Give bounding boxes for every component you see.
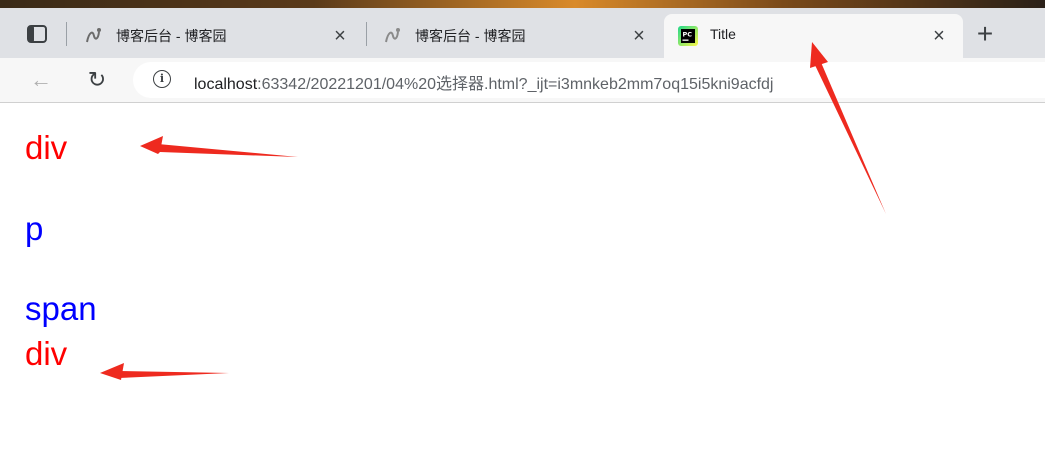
tab-cnblogs-1[interactable]: 博客后台 - 博客园 × bbox=[70, 14, 364, 58]
site-info-icon[interactable]: i bbox=[153, 70, 171, 88]
p-text: p bbox=[25, 210, 44, 247]
browser-toolbar: ← ↻ i localhost:63342/20221201/04%20选择器.… bbox=[0, 58, 1045, 103]
tab-separator bbox=[366, 22, 367, 46]
tab-title: 博客后台 - 博客园 bbox=[116, 28, 227, 44]
url-text[interactable]: localhost:63342/20221201/04%20选择器.html?_… bbox=[194, 70, 774, 94]
tab-separator bbox=[66, 22, 67, 46]
cnblogs-icon bbox=[86, 28, 101, 43]
url-path: :63342/20221201/04%20选择器.html?_ijt=i3mnk… bbox=[257, 76, 774, 93]
tab-cnblogs-2[interactable]: 博客后台 - 博客园 × bbox=[369, 14, 663, 58]
tab-actions-button[interactable] bbox=[14, 16, 58, 52]
url-host: localhost bbox=[194, 76, 258, 93]
div-text-1: div bbox=[25, 129, 68, 166]
span-text: span bbox=[25, 290, 97, 327]
close-tab-icon[interactable]: × bbox=[927, 24, 951, 48]
pycharm-icon: PC bbox=[678, 26, 698, 46]
cnblogs-icon bbox=[385, 28, 400, 43]
close-tab-icon[interactable]: × bbox=[328, 24, 352, 48]
close-tab-icon[interactable]: × bbox=[627, 24, 651, 48]
back-button[interactable]: ← bbox=[26, 66, 56, 94]
tab-title: 博客后台 - 博客园 bbox=[415, 28, 526, 44]
tab-title-active[interactable]: PC Title × bbox=[664, 14, 963, 58]
tab-title: Title bbox=[710, 26, 736, 42]
reload-button[interactable]: ↻ bbox=[82, 66, 112, 94]
new-tab-button[interactable]: + bbox=[968, 20, 1002, 50]
tab-actions-icon bbox=[27, 25, 47, 43]
div-text-2: div bbox=[25, 335, 68, 372]
svg-text:PC: PC bbox=[683, 31, 693, 39]
page-content: div p span div bbox=[0, 103, 1045, 460]
address-bar[interactable]: i localhost:63342/20221201/04%20选择器.html… bbox=[133, 62, 1045, 98]
